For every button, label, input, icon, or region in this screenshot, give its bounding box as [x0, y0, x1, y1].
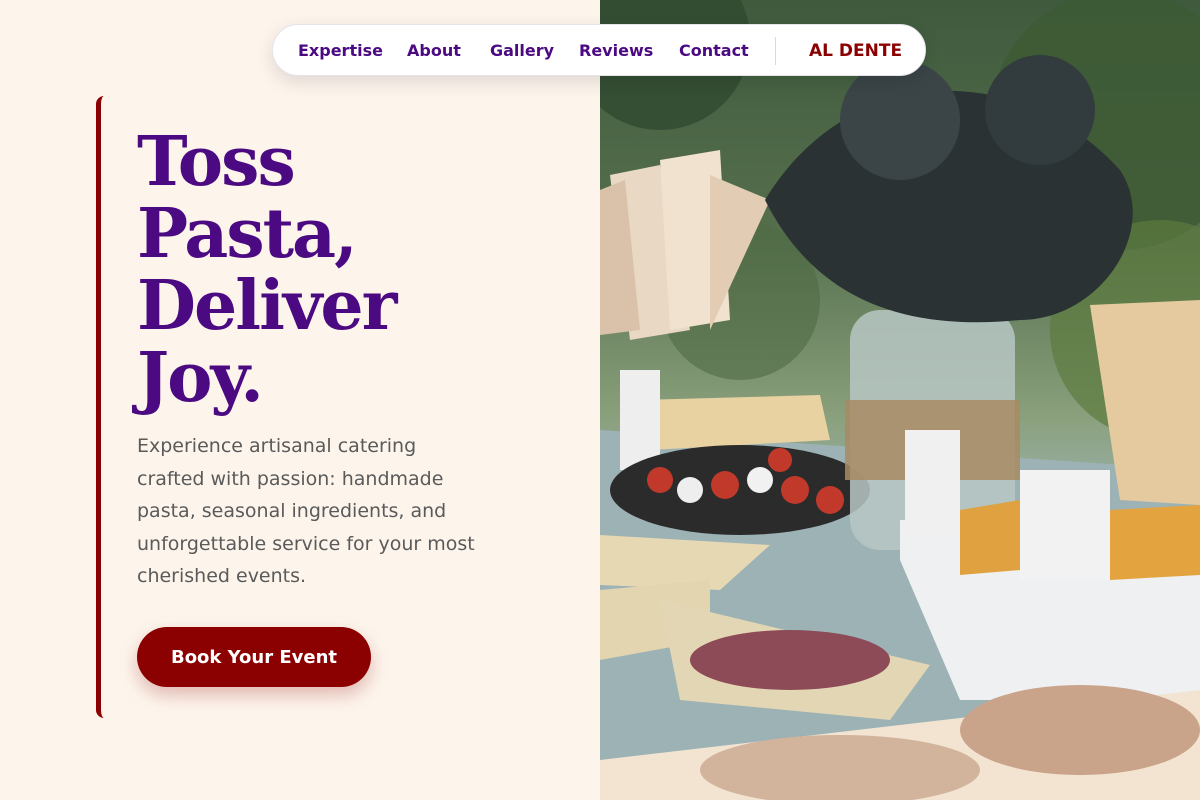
headline-line-1: Toss — [137, 122, 296, 202]
nav-link-expertise[interactable]: Expertise — [298, 25, 383, 77]
headline-line-3: Deliver — [137, 266, 397, 346]
hero-photo — [600, 0, 1200, 800]
headline-line-2: Pasta, — [137, 194, 358, 274]
hero-card: Toss Pasta, Deliver Joy. Experience arti… — [96, 96, 571, 718]
nav-divider — [775, 37, 776, 65]
nav-link-about[interactable]: About — [407, 25, 461, 77]
hero-left-panel: Toss Pasta, Deliver Joy. Experience arti… — [0, 0, 600, 800]
hero-subtext: Experience artisanal catering crafted wi… — [137, 435, 475, 587]
catering-table-image — [600, 0, 1200, 800]
nav-link-contact[interactable]: Contact — [679, 25, 749, 77]
headline-line-4: Joy. — [137, 338, 264, 418]
nav-link-gallery[interactable]: Gallery — [490, 25, 554, 77]
brand-logo[interactable]: AL DENTE — [809, 25, 902, 77]
top-navigation: Expertise About Gallery Reviews Contact … — [272, 24, 926, 76]
book-event-button[interactable]: Book Your Event — [137, 627, 371, 687]
hero-headline: Toss Pasta, Deliver Joy. — [137, 122, 397, 418]
nav-link-reviews[interactable]: Reviews — [579, 25, 653, 77]
